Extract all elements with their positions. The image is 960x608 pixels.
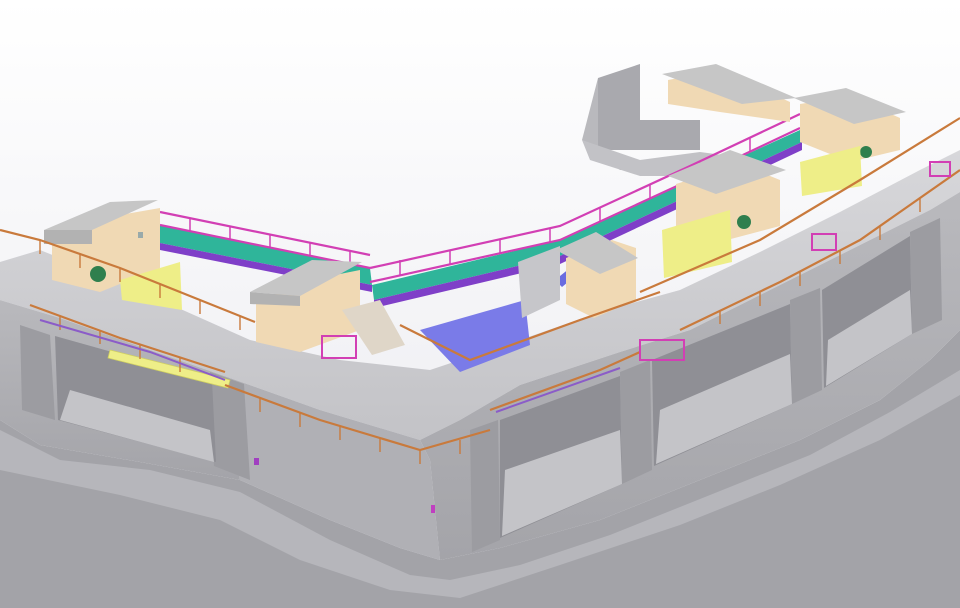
gatehouse-center — [250, 260, 405, 359]
machinery-wheel-far — [860, 146, 872, 158]
machinery-wheel-left — [90, 266, 106, 282]
machinery-wheel-right — [737, 215, 751, 229]
marker-1 — [254, 458, 259, 465]
weir-model-drawing — [0, 64, 960, 608]
gatehouse-far-right — [794, 88, 906, 196]
gatehouse-far-left — [662, 64, 796, 122]
marker-2 — [431, 505, 435, 513]
3d-model-viewport[interactable] — [0, 0, 960, 608]
